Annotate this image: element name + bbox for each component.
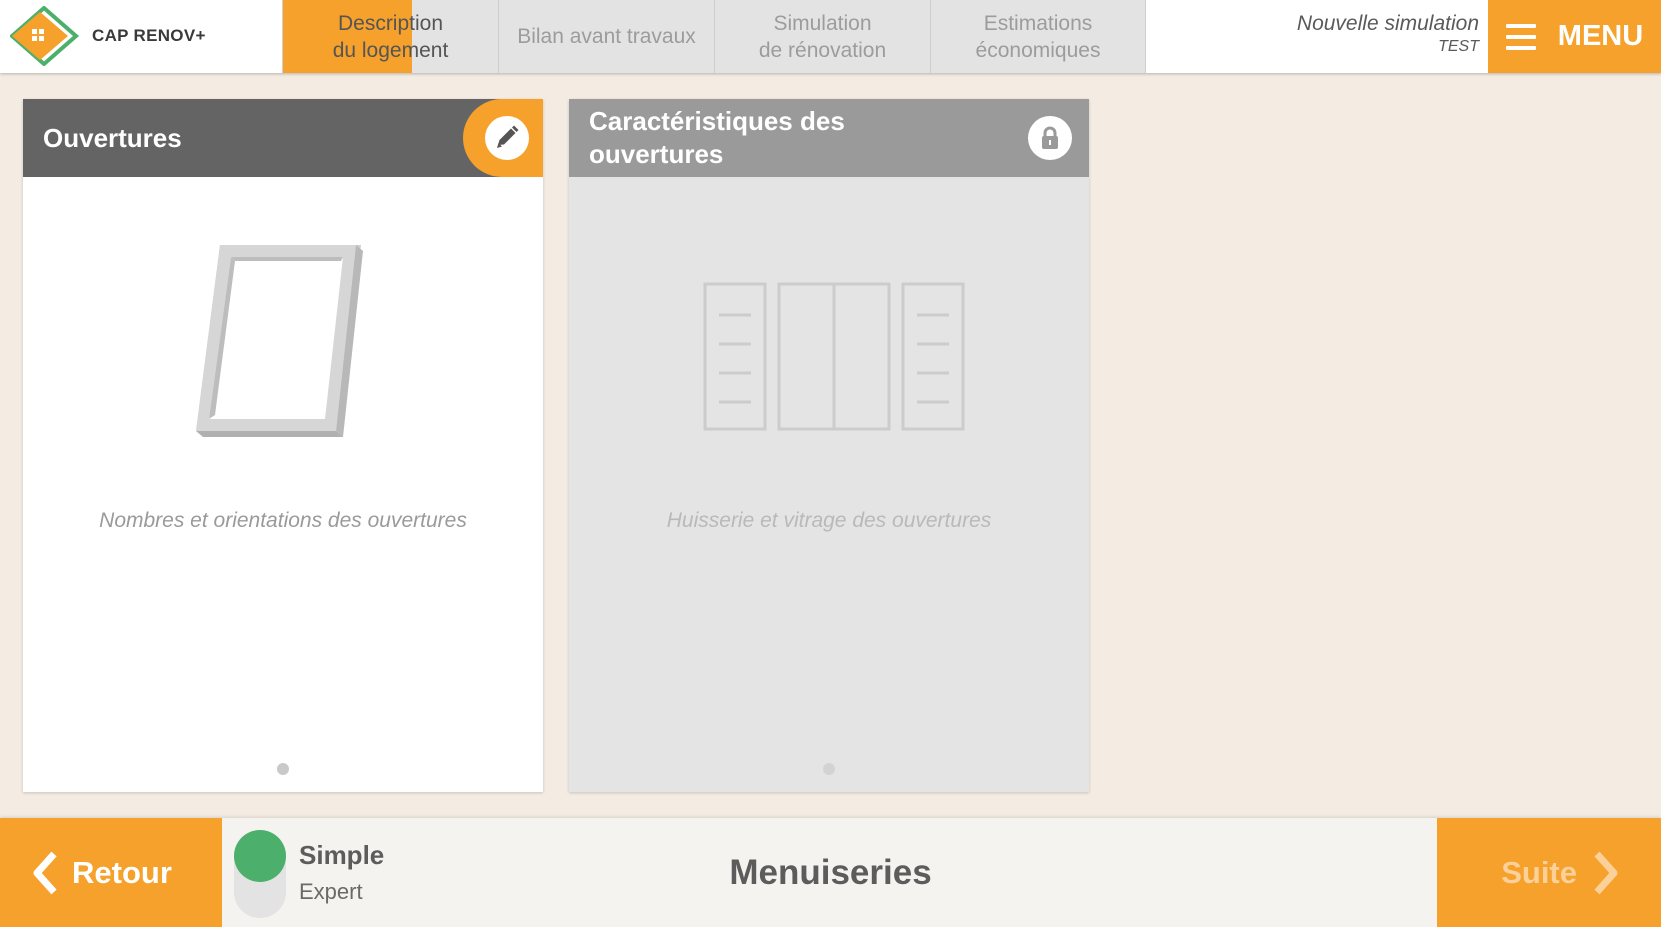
step-tabs: Description du logement Bilan avant trav… [282, 0, 1146, 73]
tab-label: Simulation de rénovation [758, 11, 887, 62]
app-logo[interactable]: CAP RENOV+ [10, 6, 260, 66]
card-caption: Huisserie et vitrage des ouvertures [666, 509, 992, 532]
mode-toggle-switch[interactable] [234, 830, 286, 918]
mode-expert-label[interactable]: Expert [299, 879, 384, 905]
tab-bilan-avant-travaux[interactable]: Bilan avant travaux [498, 0, 714, 73]
lock-badge [1028, 116, 1072, 160]
card-title: Ouvertures [43, 122, 182, 153]
card-caracteristiques-ouvertures: Caractéristiques des ouvertures Huisseri… [569, 99, 1089, 792]
chevron-left-icon [33, 851, 57, 894]
page-indicator [823, 763, 835, 775]
top-bar: CAP RENOV+ Description du logement Bilan… [0, 0, 1661, 73]
edit-button[interactable] [463, 99, 543, 177]
menu-label: MENU [1557, 20, 1644, 52]
card-header: Ouvertures [23, 99, 543, 177]
page-indicator [277, 763, 289, 775]
tab-label: Estimations économiques [975, 11, 1101, 62]
simulation-name: TEST [1438, 38, 1479, 55]
bottom-bar: Menuiseries Retour Simple Expert Suite [0, 818, 1661, 927]
next-button[interactable]: Suite [1437, 818, 1661, 927]
toggle-knob [234, 830, 286, 882]
simulation-info: Nouvelle simulation TEST [1297, 12, 1479, 56]
menu-button[interactable]: MENU [1488, 0, 1661, 73]
card-ouvertures[interactable]: Ouvertures Nombres et orientations des o… [23, 99, 543, 792]
tab-label: Description du logement [332, 11, 449, 62]
window-frames-icon [703, 282, 965, 431]
back-button[interactable]: Retour [0, 818, 222, 927]
hamburger-icon [1505, 23, 1536, 50]
card-header: Caractéristiques des ouvertures [569, 99, 1089, 177]
pencil-icon [497, 125, 519, 148]
house-logo-icon [10, 6, 80, 66]
window-icon [196, 245, 363, 437]
tab-estimations-economiques[interactable]: Estimations économiques [930, 0, 1146, 73]
tab-description-logement[interactable]: Description du logement [282, 0, 498, 73]
simulation-title: Nouvelle simulation [1296, 12, 1479, 35]
back-label: Retour [72, 854, 172, 890]
lock-icon [1042, 126, 1058, 149]
mode-labels: Simple Expert [299, 840, 384, 905]
card-title: Caractéristiques des ouvertures [589, 106, 845, 169]
brand-name: CAP RENOV+ [92, 26, 206, 45]
chevron-right-icon [1594, 851, 1618, 894]
tab-label: Bilan avant travaux [517, 25, 696, 48]
card-caption: Nombres et orientations des ouvertures [99, 509, 467, 532]
next-label: Suite [1501, 854, 1577, 890]
tab-simulation-renovation[interactable]: Simulation de rénovation [714, 0, 930, 73]
mode-simple-label[interactable]: Simple [299, 840, 384, 871]
